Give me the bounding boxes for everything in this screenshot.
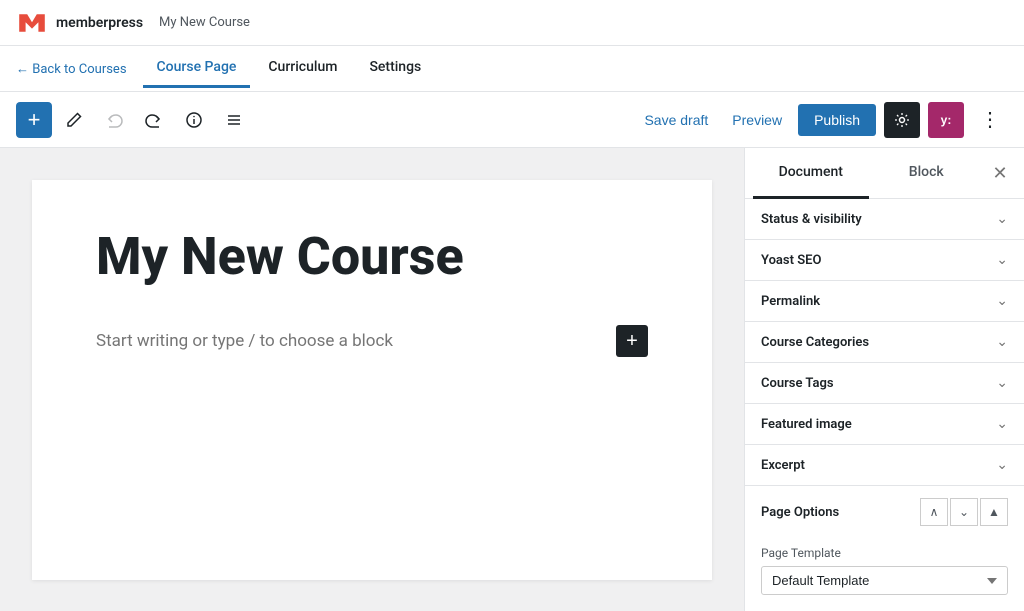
toolbar-right: Save draft Preview Publish y: ⋮ [636,102,1008,138]
placeholder-text: Start writing or type / to choose a bloc… [96,331,393,351]
yoast-seo-header[interactable]: Yoast SEO ⌄ [745,240,1024,280]
sidebar-section-page-options: Page Options ∧ ⌄ ▲ Page Template Default… [745,486,1024,611]
page-options-body: Page Template Default Template [745,538,1024,611]
redo-button[interactable] [136,102,172,138]
memberpress-logo [16,11,48,35]
page-options-up-button[interactable]: ⌄ [950,498,978,526]
admin-bar: memberpress My New Course [0,0,1024,46]
logo: memberpress [16,11,143,35]
excerpt-title: Excerpt [761,458,805,473]
sub-nav: ← Back to Courses Course Page Curriculum… [0,46,1024,92]
sidebar-section-course-tags: Course Tags ⌄ [745,363,1024,404]
yoast-label: y: [941,113,952,127]
editor-content: My New Course Start writing or type / to… [32,180,712,580]
yoast-seo-title: Yoast SEO [761,253,821,268]
sidebar-section-featured-image: Featured image ⌄ [745,404,1024,445]
page-options-controls: ∧ ⌄ ▲ [920,498,1008,526]
main-layout: My New Course Start writing or type / to… [0,148,1024,611]
save-draft-button[interactable]: Save draft [636,106,716,134]
featured-image-header[interactable]: Featured image ⌄ [745,404,1024,444]
featured-image-chevron: ⌄ [996,416,1008,432]
gear-icon [894,112,910,128]
tools-button[interactable] [56,102,92,138]
publish-button[interactable]: Publish [798,104,876,136]
redo-icon [145,111,163,129]
course-tags-header[interactable]: Course Tags ⌄ [745,363,1024,403]
tab-settings[interactable]: Settings [355,49,435,88]
back-to-courses-link[interactable]: ← Back to Courses [16,61,127,77]
sidebar-tabs: Document Block ✕ [745,148,1024,199]
page-options-header[interactable]: Page Options ∧ ⌄ ▲ [745,486,1024,538]
course-tags-title: Course Tags [761,376,834,391]
excerpt-chevron: ⌄ [996,457,1008,473]
info-button[interactable] [176,102,212,138]
preview-button[interactable]: Preview [724,106,790,134]
page-template-select[interactable]: Default Template [761,566,1008,595]
pencil-icon [65,111,83,129]
status-visibility-chevron: ⌄ [996,211,1008,227]
excerpt-header[interactable]: Excerpt ⌄ [745,445,1024,485]
sidebar-section-course-categories: Course Categories ⌄ [745,322,1024,363]
settings-gear-button[interactable] [884,102,920,138]
sidebar-close-button[interactable]: ✕ [984,157,1016,189]
status-visibility-header[interactable]: Status & visibility ⌄ [745,199,1024,239]
course-categories-header[interactable]: Course Categories ⌄ [745,322,1024,362]
course-title[interactable]: My New Course [96,228,648,285]
page-options-collapse-button[interactable]: ∧ [920,498,948,526]
add-block-button[interactable]: + [616,325,648,357]
course-categories-title: Course Categories [761,335,869,350]
course-tags-chevron: ⌄ [996,375,1008,391]
sidebar-section-excerpt: Excerpt ⌄ [745,445,1024,486]
yoast-seo-chevron: ⌄ [996,252,1008,268]
page-options-title: Page Options [761,505,839,520]
tab-course-page[interactable]: Course Page [143,49,251,88]
info-icon [185,111,203,129]
brand-name: memberpress [56,15,143,31]
sidebar-section-status-visibility: Status & visibility ⌄ [745,199,1024,240]
more-options-button[interactable]: ⋮ [972,102,1008,138]
toolbar-left: + [16,102,636,138]
sidebar-tab-block[interactable]: Block [869,148,985,199]
toolbar: + [0,92,1024,148]
sidebar: Document Block ✕ Status & visibility ⌄ Y… [744,148,1024,611]
sidebar-tab-document[interactable]: Document [753,148,869,199]
permalink-header[interactable]: Permalink ⌄ [745,281,1024,321]
permalink-title: Permalink [761,294,820,309]
yoast-button[interactable]: y: [928,102,964,138]
status-visibility-title: Status & visibility [761,212,862,227]
editor-area: My New Course Start writing or type / to… [0,148,744,611]
tab-curriculum[interactable]: Curriculum [254,49,351,88]
sidebar-section-yoast-seo: Yoast SEO ⌄ [745,240,1024,281]
admin-page-title: My New Course [159,15,250,30]
list-view-icon [225,111,243,129]
page-options-top-button[interactable]: ▲ [980,498,1008,526]
page-template-label: Page Template [761,546,1008,560]
sidebar-section-permalink: Permalink ⌄ [745,281,1024,322]
course-categories-chevron: ⌄ [996,334,1008,350]
undo-icon [105,111,123,129]
permalink-chevron: ⌄ [996,293,1008,309]
featured-image-title: Featured image [761,417,852,432]
list-view-button[interactable] [216,102,252,138]
block-placeholder[interactable]: Start writing or type / to choose a bloc… [96,317,648,365]
undo-button[interactable] [96,102,132,138]
add-block-toolbar-button[interactable]: + [16,102,52,138]
